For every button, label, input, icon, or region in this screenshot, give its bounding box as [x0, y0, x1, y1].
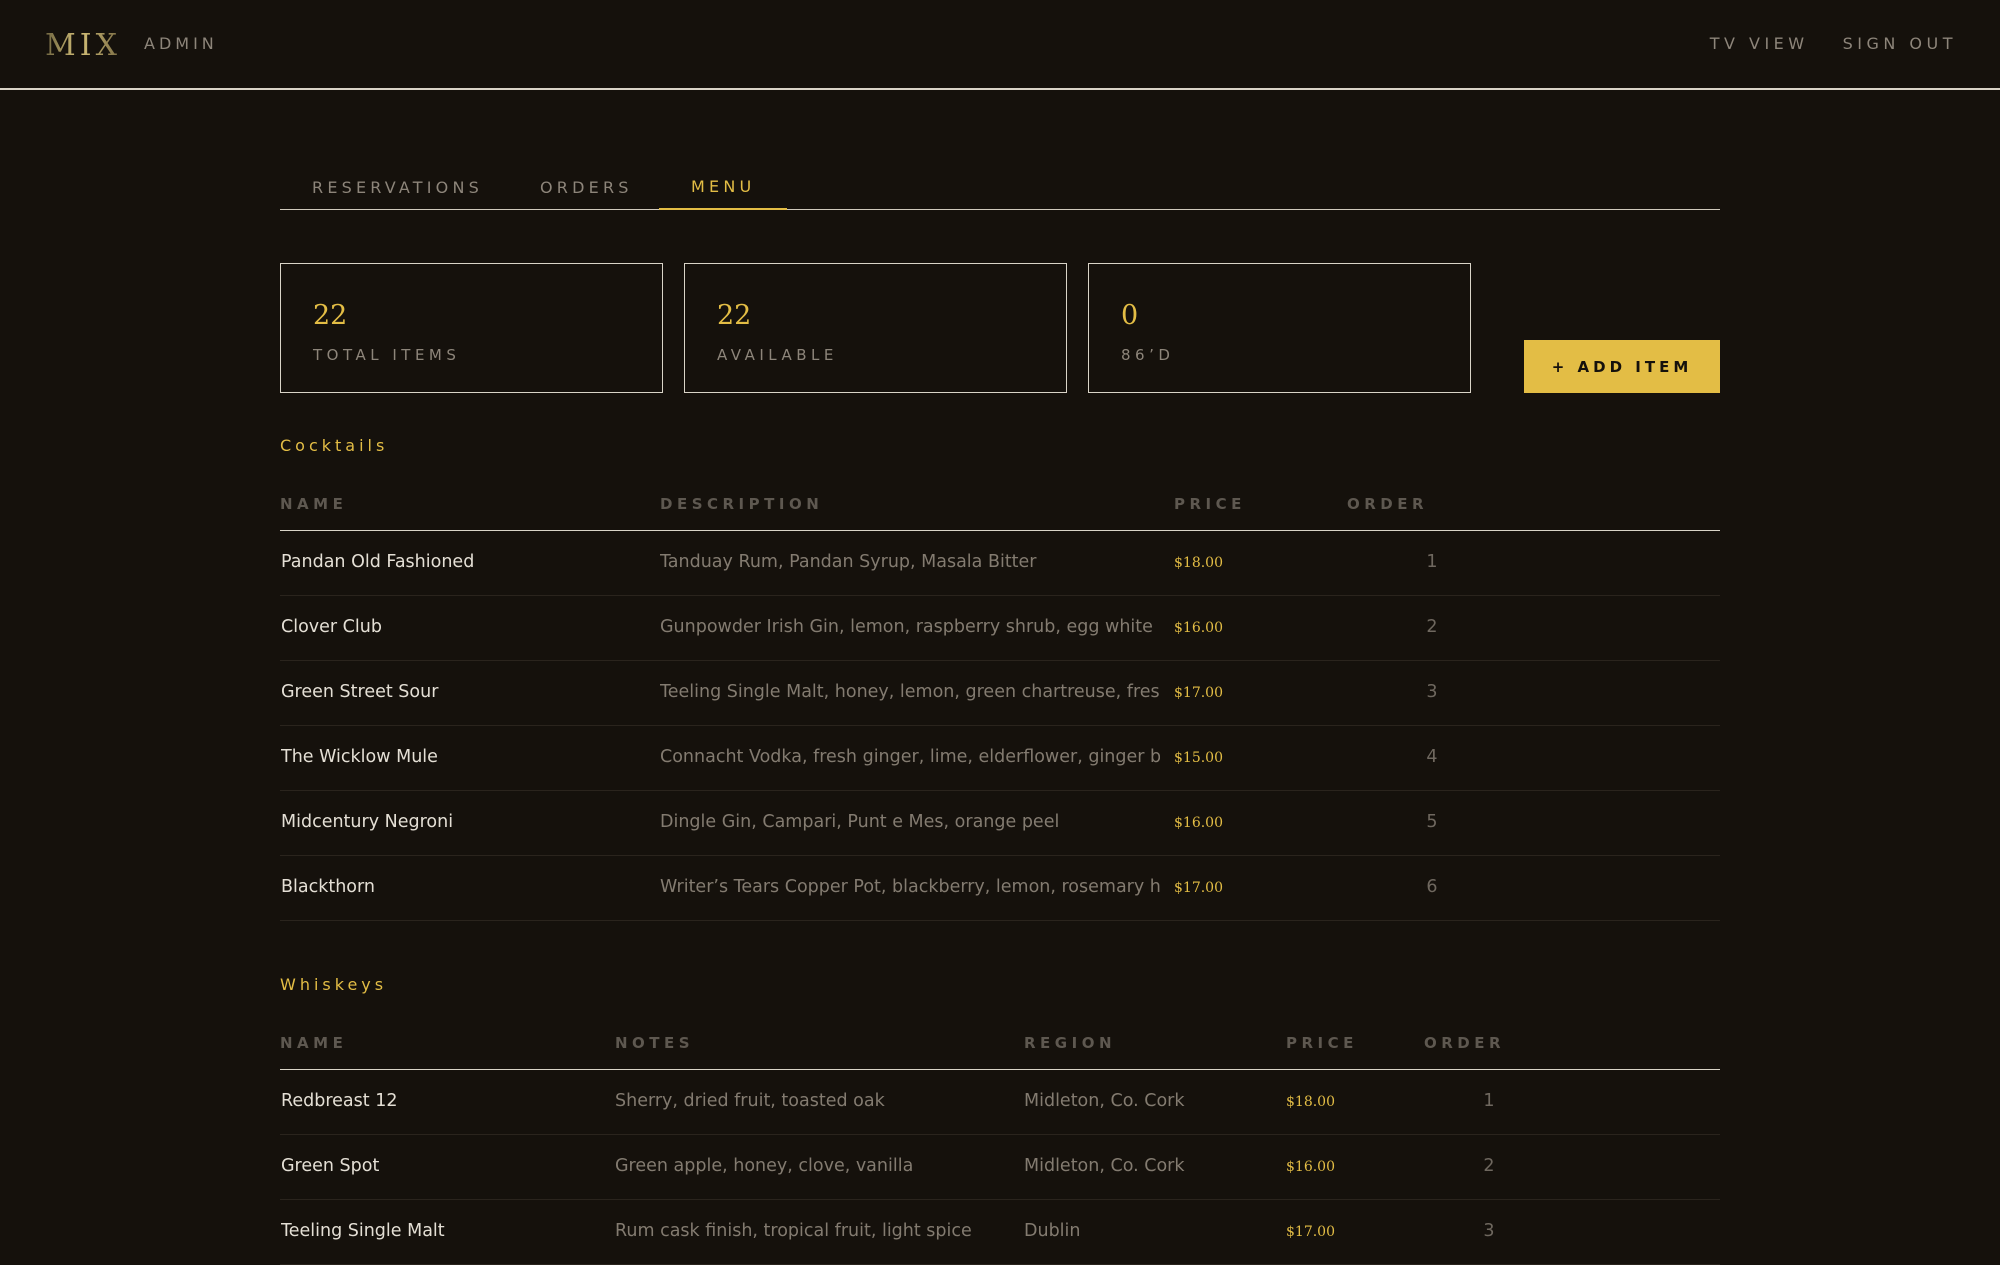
item-name: Clover Club — [281, 617, 382, 637]
item-name: Blackthorn — [281, 877, 375, 897]
column-header-notes: NOTES — [615, 1034, 695, 1052]
stat-label: 86’D — [1121, 346, 1175, 364]
item-order: 5 — [1426, 812, 1438, 832]
table-row[interactable]: Pandan Old Fashioned Tanduay Rum, Pandan … — [280, 531, 1720, 596]
item-name: Green Spot — [281, 1156, 380, 1176]
stat-label: AVAILABLE — [717, 346, 838, 364]
item-description: Gunpowder Irish Gin, lemon, raspberry sh… — [660, 617, 1153, 637]
table-row[interactable]: Green Spot Green apple, honey, clove, van… — [280, 1135, 1720, 1200]
item-notes: Green apple, honey, clove, vanilla — [615, 1156, 914, 1176]
add-item-button[interactable]: + ADD ITEM — [1524, 340, 1720, 393]
column-header-price: PRICE — [1286, 1034, 1358, 1052]
column-header-order: ORDER — [1347, 495, 1429, 513]
item-name: Pandan Old Fashioned — [281, 552, 475, 572]
stat-card-86d: 0 86’D — [1088, 263, 1471, 393]
item-name: Redbreast 12 — [281, 1091, 398, 1111]
section-title-cocktails: Cocktails — [280, 436, 389, 455]
table-row[interactable]: Clover Club Gunpowder Irish Gin, lemon, r… — [280, 596, 1720, 661]
mix-logo[interactable]: MIX — [45, 28, 121, 63]
item-price: $18.00 — [1286, 1094, 1335, 1110]
item-price: $16.00 — [1286, 1159, 1335, 1175]
table-header: NAME NOTES REGION PRICE ORDER — [280, 1014, 1720, 1070]
item-description: Dingle Gin, Campari, Punt e Mes, orange … — [660, 812, 1060, 832]
table-row[interactable]: Redbreast 12 Sherry, dried fruit, toasted… — [280, 1070, 1720, 1135]
admin-tabs: RESERVATIONS ORDERS MENU — [280, 150, 1720, 210]
item-notes: Sherry, dried fruit, toasted oak — [615, 1091, 885, 1111]
item-order: 3 — [1483, 1221, 1495, 1241]
stat-card-available: 22 AVAILABLE — [684, 263, 1067, 393]
stat-value: 22 — [717, 300, 752, 331]
column-header-name: NAME — [280, 1034, 348, 1052]
stat-value: 0 — [1121, 300, 1139, 331]
item-price: $16.00 — [1174, 620, 1223, 636]
column-header-order: ORDER — [1424, 1034, 1506, 1052]
tv-view-link[interactable]: TV VIEW — [1710, 34, 1809, 53]
tab-menu[interactable]: MENU — [659, 165, 788, 210]
table-row[interactable]: Green Street Sour Teeling Single Malt, ho… — [280, 661, 1720, 726]
item-region: Midleton, Co. Cork — [1024, 1091, 1185, 1111]
item-name: The Wicklow Mule — [281, 747, 438, 767]
column-header-name: NAME — [280, 495, 348, 513]
tab-reservations[interactable]: RESERVATIONS — [280, 165, 515, 210]
table-row[interactable]: The Wicklow Mule Connacht Vodka, fresh gi… — [280, 726, 1720, 791]
item-price: $15.00 — [1174, 750, 1223, 766]
table-header: NAME DESCRIPTION PRICE ORDER — [280, 475, 1720, 531]
item-order: 2 — [1483, 1156, 1495, 1176]
cocktails-table: NAME DESCRIPTION PRICE ORDER Pandan Old … — [280, 475, 1720, 921]
table-row[interactable]: Midcentury Negroni Dingle Gin, Campari, P… — [280, 791, 1720, 856]
item-description: Tanduay Rum, Pandan Syrup, Masala Bitter — [660, 552, 1037, 572]
table-row[interactable]: Teeling Single Malt Rum cask finish, trop… — [280, 1200, 1720, 1265]
whiskeys-table: NAME NOTES REGION PRICE ORDER Redbreast … — [280, 1014, 1720, 1265]
item-order: 4 — [1426, 747, 1438, 767]
stat-label: TOTAL ITEMS — [313, 346, 461, 364]
tab-orders[interactable]: ORDERS — [508, 165, 665, 210]
item-description: Connacht Vodka, fresh ginger, lime, elde… — [660, 747, 1160, 767]
item-order: 6 — [1426, 877, 1438, 897]
admin-label: ADMIN — [144, 34, 218, 53]
item-description: Teeling Single Malt, honey, lemon, green… — [660, 682, 1160, 702]
item-order: 2 — [1426, 617, 1438, 637]
item-region: Midleton, Co. Cork — [1024, 1156, 1185, 1176]
table-row[interactable]: Blackthorn Writer’s Tears Copper Pot, bla… — [280, 856, 1720, 921]
section-title-whiskeys: Whiskeys — [280, 975, 388, 994]
item-region: Dublin — [1024, 1221, 1081, 1241]
item-price: $17.00 — [1174, 880, 1223, 896]
stat-card-total-items: 22 TOTAL ITEMS — [280, 263, 663, 393]
column-header-region: REGION — [1024, 1034, 1116, 1052]
item-price: $17.00 — [1174, 685, 1223, 701]
column-header-price: PRICE — [1174, 495, 1246, 513]
item-order: 1 — [1426, 552, 1438, 572]
item-name: Midcentury Negroni — [281, 812, 454, 832]
item-notes: Rum cask finish, tropical fruit, light s… — [615, 1221, 972, 1241]
stat-value: 22 — [313, 300, 348, 331]
item-price: $18.00 — [1174, 555, 1223, 571]
item-order: 3 — [1426, 682, 1438, 702]
header-nav: TV VIEW SIGN OUT — [1710, 34, 1957, 53]
column-header-description: DESCRIPTION — [660, 495, 824, 513]
item-price: $16.00 — [1174, 815, 1223, 831]
item-name: Green Street Sour — [281, 682, 439, 702]
sign-out-link[interactable]: SIGN OUT — [1843, 34, 1957, 53]
item-price: $17.00 — [1286, 1224, 1335, 1240]
item-name: Teeling Single Malt — [281, 1221, 445, 1241]
item-description: Writer’s Tears Copper Pot, blackberry, l… — [660, 877, 1160, 897]
top-bar: MIX ADMIN TV VIEW SIGN OUT — [0, 0, 2000, 90]
item-order: 1 — [1483, 1091, 1495, 1111]
